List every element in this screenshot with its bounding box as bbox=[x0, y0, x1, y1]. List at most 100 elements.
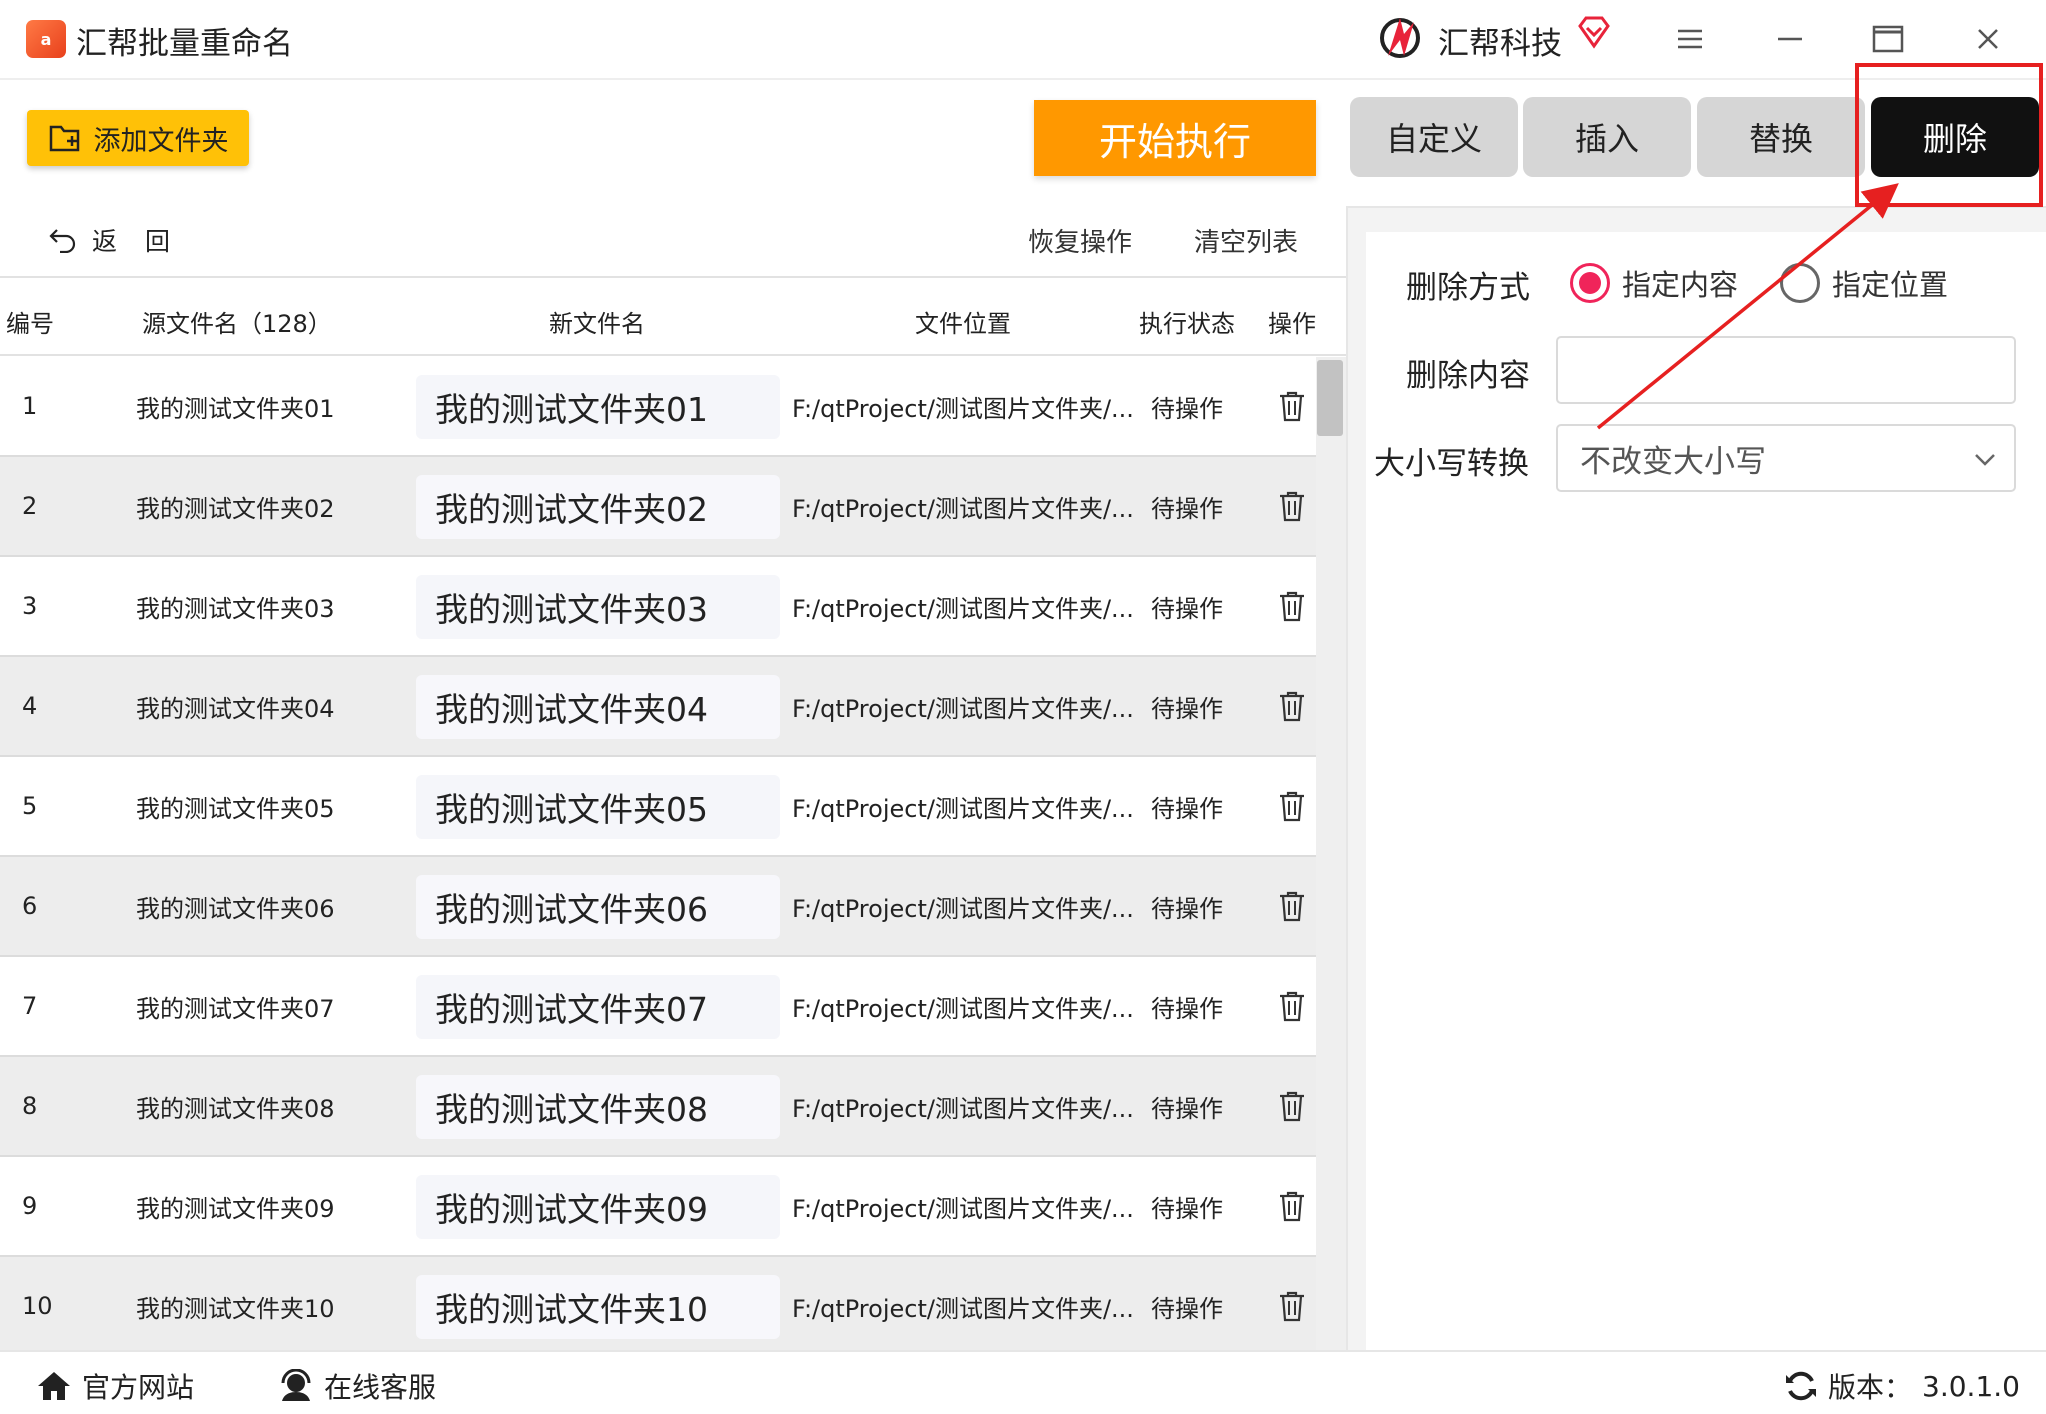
status-bar: 官方网站 在线客服 版本： 3.0.1.0 bbox=[0, 1350, 2046, 1414]
row-status: 待操作 bbox=[1151, 794, 1223, 823]
row-new-name-input[interactable]: 我的测试文件夹10 bbox=[416, 1275, 780, 1339]
brand-logo-icon bbox=[1380, 18, 1420, 58]
row-index: 1 bbox=[22, 392, 38, 420]
row-new-name-input[interactable]: 我的测试文件夹03 bbox=[416, 575, 780, 639]
row-new-name-input[interactable]: 我的测试文件夹02 bbox=[416, 475, 780, 539]
vip-diamond-icon[interactable] bbox=[1576, 14, 1612, 50]
official-website-link[interactable]: 官方网站 bbox=[36, 1366, 194, 1406]
radio-checked-icon bbox=[1570, 263, 1610, 303]
delete-row-trash-icon[interactable] bbox=[1277, 790, 1307, 822]
panel-divider bbox=[1346, 206, 1348, 1350]
table-row[interactable]: 7 我的测试文件夹07 我的测试文件夹07 F:/qtProject/测试图片文件夹/… bbox=[0, 957, 1316, 1057]
annotation-highlight-box bbox=[1855, 63, 2043, 207]
row-new-name-input[interactable]: 我的测试文件夹01 bbox=[416, 375, 780, 439]
row-new-name-input[interactable]: 我的测试文件夹07 bbox=[416, 975, 780, 1039]
app-title: 汇帮批量重命名 bbox=[76, 26, 293, 62]
delete-row-trash-icon[interactable] bbox=[1277, 990, 1307, 1022]
row-new-name-input[interactable]: 我的测试文件夹09 bbox=[416, 1175, 780, 1239]
row-status: 待操作 bbox=[1151, 1294, 1223, 1323]
row-index: 7 bbox=[22, 992, 38, 1020]
table-row[interactable]: 9 我的测试文件夹09 我的测试文件夹09 F:/qtProject/测试图片文件夹/… bbox=[0, 1157, 1316, 1257]
start-button[interactable]: 开始执行 bbox=[1034, 100, 1316, 176]
table-row[interactable]: 3 我的测试文件夹03 我的测试文件夹03 F:/qtProject/测试图片文件夹/… bbox=[0, 557, 1316, 657]
version-info[interactable]: 版本： 3.0.1.0 bbox=[1784, 1366, 2020, 1406]
case-convert-label: 大小写转换 bbox=[1374, 446, 1529, 482]
case-convert-value: 不改变大小写 bbox=[1580, 443, 1766, 480]
table-row[interactable]: 4 我的测试文件夹04 我的测试文件夹04 F:/qtProject/测试图片文件夹/… bbox=[0, 657, 1316, 757]
row-new-name-input[interactable]: 我的测试文件夹08 bbox=[416, 1075, 780, 1139]
close-icon[interactable] bbox=[1968, 20, 2008, 58]
undo-arrow-icon bbox=[49, 229, 76, 253]
delete-row-trash-icon[interactable] bbox=[1277, 690, 1307, 722]
delete-row-trash-icon[interactable] bbox=[1277, 1190, 1307, 1222]
delete-row-trash-icon[interactable] bbox=[1277, 590, 1307, 622]
row-location: F:/qtProject/测试图片文件夹/... bbox=[792, 1194, 1134, 1223]
table-row[interactable]: 1 我的测试文件夹01 我的测试文件夹01 F:/qtProject/测试图片文件夹/… bbox=[0, 357, 1316, 457]
row-source-name: 我的测试文件夹04 bbox=[136, 694, 335, 723]
header-action: 操作 bbox=[1268, 310, 1316, 338]
delete-row-trash-icon[interactable] bbox=[1277, 490, 1307, 522]
title-divider bbox=[0, 78, 2046, 80]
row-source-name: 我的测试文件夹10 bbox=[136, 1294, 335, 1323]
row-new-name-input[interactable]: 我的测试文件夹04 bbox=[416, 675, 780, 739]
row-source-name: 我的测试文件夹09 bbox=[136, 1194, 335, 1223]
radio-unchecked-icon bbox=[1780, 263, 1820, 303]
version-number: 3.0.1.0 bbox=[1922, 1369, 2020, 1403]
row-source-name: 我的测试文件夹08 bbox=[136, 1094, 335, 1123]
delete-row-trash-icon[interactable] bbox=[1277, 1290, 1307, 1322]
table-scrollbar[interactable] bbox=[1316, 357, 1346, 1350]
tab-insert[interactable]: 插入 bbox=[1523, 97, 1691, 177]
delete-row-trash-icon[interactable] bbox=[1277, 390, 1307, 422]
row-status: 待操作 bbox=[1151, 894, 1223, 923]
chevron-down-icon bbox=[1975, 454, 1995, 466]
row-index: 8 bbox=[22, 1092, 38, 1120]
delete-mode-label: 删除方式 bbox=[1406, 270, 1530, 306]
online-support-link[interactable]: 在线客服 bbox=[278, 1366, 436, 1406]
add-folder-button[interactable]: 添加文件夹 bbox=[27, 110, 249, 166]
row-location: F:/qtProject/测试图片文件夹/... bbox=[792, 994, 1134, 1023]
case-convert-select[interactable]: 不改变大小写 bbox=[1556, 424, 2016, 492]
table-row[interactable]: 8 我的测试文件夹08 我的测试文件夹08 F:/qtProject/测试图片文件夹/… bbox=[0, 1057, 1316, 1157]
restore-button[interactable]: 恢复操作 bbox=[1028, 222, 1132, 259]
table-header: 编号 源文件名（128） 新文件名 文件位置 执行状态 操作 bbox=[0, 278, 1346, 356]
table-row[interactable]: 10 我的测试文件夹10 我的测试文件夹10 F:/qtProject/测试图片文件夹… bbox=[0, 1257, 1316, 1350]
delete-row-trash-icon[interactable] bbox=[1277, 890, 1307, 922]
radio-specified-position[interactable]: 指定位置 bbox=[1780, 262, 1948, 304]
refresh-icon bbox=[1786, 1371, 1816, 1401]
row-new-name-input[interactable]: 我的测试文件夹06 bbox=[416, 875, 780, 939]
customer-service-icon bbox=[281, 1369, 311, 1401]
row-status: 待操作 bbox=[1151, 394, 1223, 423]
row-source-name: 我的测试文件夹01 bbox=[136, 394, 335, 423]
back-button[interactable]: 返回 bbox=[48, 222, 198, 258]
row-new-name-input[interactable]: 我的测试文件夹05 bbox=[416, 775, 780, 839]
maximize-icon[interactable] bbox=[1868, 20, 1908, 58]
header-index: 编号 bbox=[6, 310, 54, 338]
clear-list-button[interactable]: 清空列表 bbox=[1194, 222, 1298, 259]
title-bar: a 汇帮批量重命名 汇帮科技 bbox=[0, 0, 2046, 78]
table-row[interactable]: 6 我的测试文件夹06 我的测试文件夹06 F:/qtProject/测试图片文件夹/… bbox=[0, 857, 1316, 957]
table-row[interactable]: 2 我的测试文件夹02 我的测试文件夹02 F:/qtProject/测试图片文件夹/… bbox=[0, 457, 1316, 557]
row-index: 4 bbox=[22, 692, 38, 720]
tab-custom[interactable]: 自定义 bbox=[1350, 97, 1518, 177]
delete-row-trash-icon[interactable] bbox=[1277, 1090, 1307, 1122]
row-location: F:/qtProject/测试图片文件夹/... bbox=[792, 694, 1134, 723]
home-icon bbox=[38, 1372, 70, 1400]
tab-replace[interactable]: 替换 bbox=[1697, 97, 1865, 177]
row-location: F:/qtProject/测试图片文件夹/... bbox=[792, 794, 1134, 823]
add-folder-label: 添加文件夹 bbox=[93, 125, 229, 157]
radio-specified-position-label: 指定位置 bbox=[1832, 268, 1949, 302]
row-location: F:/qtProject/测试图片文件夹/... bbox=[792, 594, 1134, 623]
minimize-icon[interactable] bbox=[1770, 20, 1810, 58]
header-source: 源文件名（128） bbox=[142, 310, 332, 338]
menu-icon[interactable] bbox=[1670, 20, 1710, 58]
row-location: F:/qtProject/测试图片文件夹/... bbox=[792, 1294, 1134, 1323]
delete-content-label: 删除内容 bbox=[1406, 358, 1530, 394]
row-status: 待操作 bbox=[1151, 494, 1223, 523]
table-scrollbar-thumb[interactable] bbox=[1317, 360, 1343, 436]
table-row[interactable]: 5 我的测试文件夹05 我的测试文件夹05 F:/qtProject/测试图片文件夹/… bbox=[0, 757, 1316, 857]
row-status: 待操作 bbox=[1151, 1094, 1223, 1123]
row-index: 10 bbox=[22, 1292, 53, 1320]
header-newname: 新文件名 bbox=[549, 310, 645, 338]
radio-specified-content[interactable]: 指定内容 bbox=[1570, 262, 1738, 304]
delete-content-input[interactable] bbox=[1556, 336, 2016, 404]
